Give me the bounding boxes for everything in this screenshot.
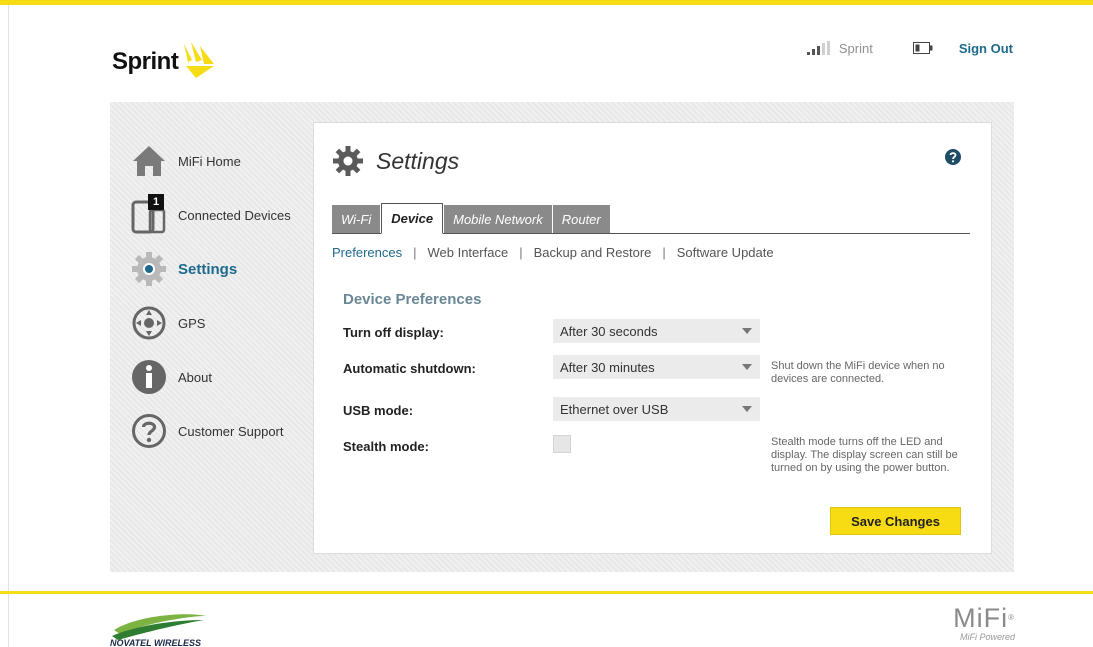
tab-router[interactable]: Router (552, 205, 610, 233)
top-accent-bar (0, 0, 1093, 5)
sidebar-item-about[interactable]: About (130, 350, 310, 404)
settings-card: Settings Wi-Fi Device Mobile Network Rou… (313, 122, 992, 554)
devices-count-badge: 1 (148, 194, 164, 210)
gear-icon (333, 146, 363, 176)
subnav-web-interface[interactable]: Web Interface (427, 245, 508, 260)
sidebar-item-connected-devices[interactable]: 1 Connected Devices (130, 188, 310, 242)
signal-bars-icon (806, 41, 830, 55)
sidebar-item-settings[interactable]: Settings (130, 242, 310, 296)
save-changes-button[interactable]: Save Changes (830, 507, 961, 535)
novatel-logo-text: NOVATEL WIRELESS (110, 638, 201, 647)
battery-icon (912, 42, 933, 54)
carrier-name: Sprint (838, 40, 873, 56)
info-icon (130, 358, 168, 396)
left-divider (8, 5, 9, 647)
help-line: Stealth mode turns off the LED and (771, 436, 943, 448)
tab-wifi[interactable]: Wi-Fi (332, 205, 381, 233)
sidebar-item-label: Connected Devices (178, 207, 291, 223)
subnav-backup-restore[interactable]: Backup and Restore (534, 245, 652, 260)
sidebar-item-gps[interactable]: GPS (130, 296, 310, 350)
sidebar-item-mifi-home[interactable]: MiFi Home (130, 134, 310, 188)
select-value: After 30 minutes (560, 359, 655, 375)
subnav-separator: | (519, 245, 523, 260)
chevron-down-icon (742, 364, 752, 370)
chevron-down-icon (742, 406, 752, 412)
stealth-help-text: Stealth mode turns off the LED and displ… (771, 436, 958, 475)
tab-device[interactable]: Device (381, 203, 444, 234)
mifi-logo-subtext: MiFi Powered (959, 632, 1015, 642)
subnav-separator: | (413, 245, 417, 260)
tab-mobile-network[interactable]: Mobile Network (444, 205, 552, 233)
turn-off-display-select[interactable]: After 30 seconds (553, 319, 760, 343)
subnav-preferences[interactable]: Preferences (332, 245, 402, 260)
page-header: Settings (332, 145, 459, 177)
sign-out-link[interactable]: Sign Out (959, 41, 1013, 56)
stealth-mode-checkbox[interactable] (553, 435, 571, 453)
sidebar-item-label: Settings (178, 260, 238, 278)
logo-text: Sprint (112, 48, 179, 75)
usb-mode-select[interactable]: Ethernet over USB (553, 397, 760, 421)
section-title: Device Preferences (343, 291, 482, 308)
gear-icon (130, 250, 168, 288)
help-icon[interactable] (945, 149, 961, 165)
subnav-software-update[interactable]: Software Update (677, 245, 774, 260)
select-value: After 30 seconds (560, 323, 658, 339)
sidebar-item-label: About (178, 369, 212, 385)
status-bar: Sprint Sign Out (806, 38, 1013, 58)
sub-navigation: Preferences | Web Interface | Backup and… (332, 245, 774, 260)
automatic-shutdown-label: Automatic shutdown: (343, 361, 476, 376)
chevron-down-icon (742, 328, 752, 334)
footer-accent-bar (0, 591, 1093, 594)
sprint-wing-icon (184, 42, 214, 78)
novatel-wireless-logo: NOVATEL WIRELESS (110, 610, 220, 647)
sidebar-item-label: MiFi Home (178, 153, 241, 169)
page-title: Settings (376, 147, 460, 174)
home-icon (130, 142, 168, 180)
automatic-shutdown-select[interactable]: After 30 minutes (553, 355, 760, 379)
turn-off-display-label: Turn off display: (343, 325, 444, 340)
stealth-mode-label: Stealth mode: (343, 439, 429, 454)
question-icon (130, 412, 168, 450)
usb-mode-label: USB mode: (343, 403, 414, 418)
help-line: Shut down the MiFi device when no (771, 360, 945, 372)
sidebar-item-customer-support[interactable]: Customer Support (130, 404, 310, 458)
shutdown-help-text: Shut down the MiFi device when no device… (771, 360, 945, 386)
help-line: devices are connected. (771, 373, 885, 385)
subnav-separator: | (662, 245, 666, 260)
devices-icon: 1 (130, 194, 168, 234)
mifi-logo-text: MiFi (953, 604, 1009, 633)
help-line: turned on by using the power button. (771, 462, 950, 474)
help-line: display. The display screen can still be (771, 449, 958, 461)
sidebar-item-label: GPS (178, 315, 206, 331)
settings-tabs: Wi-Fi Device Mobile Network Router (332, 203, 970, 234)
select-value: Ethernet over USB (560, 401, 669, 417)
mifi-logo: MiFi® MiFi Powered (935, 604, 1015, 647)
sidebar: MiFi Home 1 Connected Devices Settings G… (130, 134, 310, 458)
gps-icon (130, 304, 168, 342)
sidebar-item-label: Customer Support (178, 423, 284, 439)
